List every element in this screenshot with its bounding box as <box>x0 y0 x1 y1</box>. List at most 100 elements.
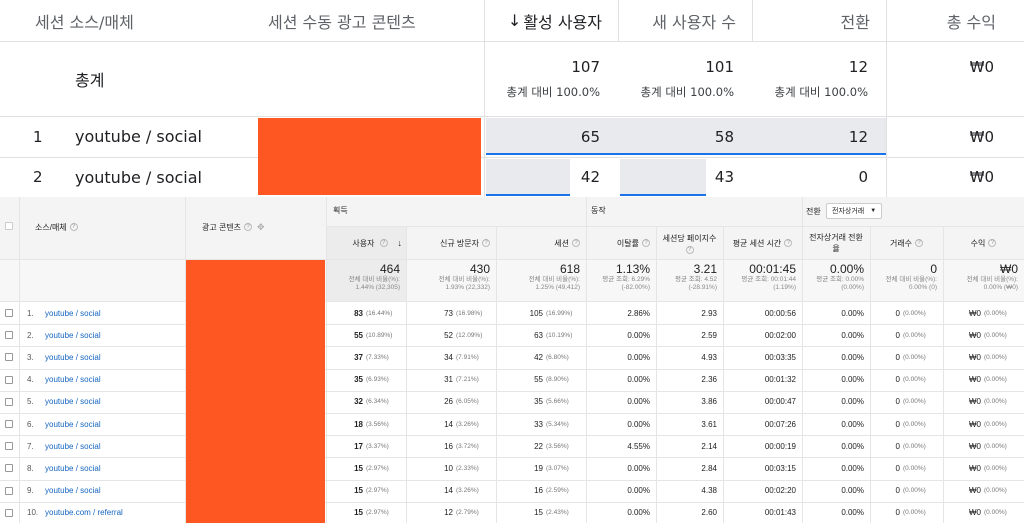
help-icon[interactable]: ? <box>379 239 388 247</box>
cell-value: 0.00% <box>841 352 864 362</box>
row-checkbox[interactable] <box>5 435 13 457</box>
cell-sessions: 15 (2.43%) <box>496 502 586 523</box>
cell-percent: (3.07%) <box>546 464 569 472</box>
row-checkbox[interactable] <box>5 480 13 502</box>
cell-users: 15 (2.97%) <box>326 457 406 479</box>
select-all-checkbox[interactable] <box>5 222 13 230</box>
row-checkbox[interactable] <box>5 302 13 324</box>
row-source-medium-link[interactable]: youtube / social <box>45 391 101 413</box>
conversion-select-value: 전자상거래 <box>832 208 865 215</box>
header-ecommerce-rate[interactable]: 전자상거래 전환율 <box>802 227 870 259</box>
totals-revenue: ₩0 전체 대비 비율(%): 0.00% (₩0) <box>943 261 1024 301</box>
totals-value: 00:01:45 <box>749 262 796 276</box>
help-icon[interactable]: ? <box>915 239 924 247</box>
row-checkbox[interactable] <box>5 324 13 346</box>
cell-value: 2.60 <box>701 508 717 518</box>
cell-bounce: 0.00% <box>586 324 656 346</box>
header-transactions[interactable]: 거래수? <box>870 227 943 259</box>
cell-percent: (2.97%) <box>366 464 389 472</box>
help-icon[interactable]: ? <box>784 239 793 247</box>
cell-percent: (12.09%) <box>456 331 483 339</box>
cell-value: 12 <box>444 508 453 518</box>
cell-pps: 2.60 <box>656 502 723 523</box>
checkbox-box <box>5 442 13 451</box>
row-revenue: ₩0 <box>969 127 994 146</box>
help-icon[interactable]: ? <box>572 239 580 247</box>
header-source-medium[interactable]: 소스/매체? <box>35 219 78 235</box>
header-manual-ad-content[interactable]: 세션 수동 광고 콘텐츠 <box>268 0 478 41</box>
cell-percent: (10.89%) <box>366 331 393 339</box>
totals-subtext: 1.93% (22,332) <box>445 284 490 291</box>
totals-active-users: 107 <box>571 58 600 76</box>
cell-value: 0.00% <box>627 463 650 473</box>
remove-dimension-icon[interactable]: ✥ <box>257 222 265 233</box>
header-new-users[interactable]: 새 사용자 수 <box>618 0 752 41</box>
row-checkbox[interactable] <box>5 502 13 523</box>
row-source-medium[interactable]: youtube / social <box>75 157 202 197</box>
header-bounce-rate[interactable]: 이탈률? <box>586 227 656 259</box>
cell-value: 42 <box>534 352 543 362</box>
cell-sessions: 55 (8.90%) <box>496 369 586 391</box>
totals-subtext: 전체 대비 비율(%): <box>885 276 937 283</box>
row-source-medium-link[interactable]: youtube / social <box>45 480 101 502</box>
cell-value: 15 <box>354 463 363 473</box>
header-new-visitors[interactable]: 신규 방문자? <box>406 227 496 259</box>
header-ad-content[interactable]: 광고 콘텐츠? ✥ <box>202 219 265 235</box>
row-source-medium-link[interactable]: youtube / social <box>45 346 101 368</box>
help-icon[interactable]: ? <box>69 223 78 231</box>
row-source-medium-link[interactable]: youtube / social <box>45 302 101 324</box>
header-pages-per-session-label: 세션당 페이지수 <box>662 233 717 243</box>
cell-value: ₩0 <box>969 508 981 518</box>
row-index: 1 <box>33 127 43 146</box>
row-source-medium-link[interactable]: youtube / social <box>45 457 101 479</box>
header-total-revenue[interactable]: 총 수익 <box>886 0 1024 41</box>
cell-value: 2.93 <box>701 308 717 318</box>
cell-time: 00:00:19 <box>723 435 802 457</box>
checkbox-box <box>5 420 13 429</box>
cell-time: 00:07:26 <box>723 413 802 435</box>
help-icon[interactable]: ? <box>642 239 650 247</box>
cell-bounce: 0.00% <box>586 480 656 502</box>
row-source-medium-link[interactable]: youtube.com / referral <box>45 502 123 523</box>
row-index: 5. <box>27 397 34 407</box>
help-icon[interactable]: ? <box>482 239 490 247</box>
header-revenue[interactable]: 수익? <box>943 227 1024 259</box>
row-source-medium-link[interactable]: youtube / social <box>45 369 101 391</box>
row-source-medium[interactable]: youtube / social <box>75 116 202 157</box>
row-checkbox[interactable] <box>5 391 13 413</box>
cell-users: 15 (2.97%) <box>326 502 406 523</box>
cell-value: 2.14 <box>701 441 717 451</box>
header-pages-per-session[interactable]: 세션당 페이지수? <box>656 227 723 259</box>
row-checkbox[interactable] <box>5 457 13 479</box>
row-index: 9. <box>27 486 34 496</box>
cell-value: 55 <box>354 330 363 340</box>
cell-rev: ₩0 (0.00%) <box>943 391 1024 413</box>
cell-value: 16 <box>534 486 543 496</box>
row-source-medium-link[interactable]: youtube / social <box>45 435 101 457</box>
checkbox-box <box>5 486 13 495</box>
row-checkbox[interactable] <box>5 369 13 391</box>
conversion-select[interactable]: 전자상거래 ▼ <box>826 203 883 219</box>
cell-value: 00:00:19 <box>764 441 796 451</box>
row-checkbox[interactable] <box>5 413 13 435</box>
header-avg-session-time[interactable]: 평균 세션 시간? <box>723 227 802 259</box>
cell-pps: 2.84 <box>656 457 723 479</box>
header-conversions[interactable]: 전환 <box>752 0 886 41</box>
cell-users: 18 (3.56%) <box>326 413 406 435</box>
totals-value: 618 <box>559 262 580 276</box>
cell-value: 0 <box>895 352 900 362</box>
help-icon[interactable]: ? <box>685 245 694 254</box>
row-checkbox[interactable] <box>5 346 13 368</box>
header-source-medium[interactable]: 세션 소스/매체 <box>35 0 235 41</box>
totals-conversions: 12 <box>848 58 868 76</box>
cell-value: 0 <box>895 375 900 385</box>
header-active-users[interactable]: ↓ 활성 사용자 <box>484 0 618 41</box>
help-icon[interactable]: ? <box>988 239 997 247</box>
sort-desc-icon: ↓ <box>397 238 403 248</box>
header-sessions[interactable]: 세션? <box>496 227 586 259</box>
row-source-medium-link[interactable]: youtube / social <box>45 413 101 435</box>
header-users[interactable]: 사용자? ↓ <box>326 227 406 259</box>
row-source-medium-link[interactable]: youtube / social <box>45 324 101 346</box>
cell-pps: 3.86 <box>656 391 723 413</box>
help-icon[interactable]: ? <box>244 223 253 231</box>
